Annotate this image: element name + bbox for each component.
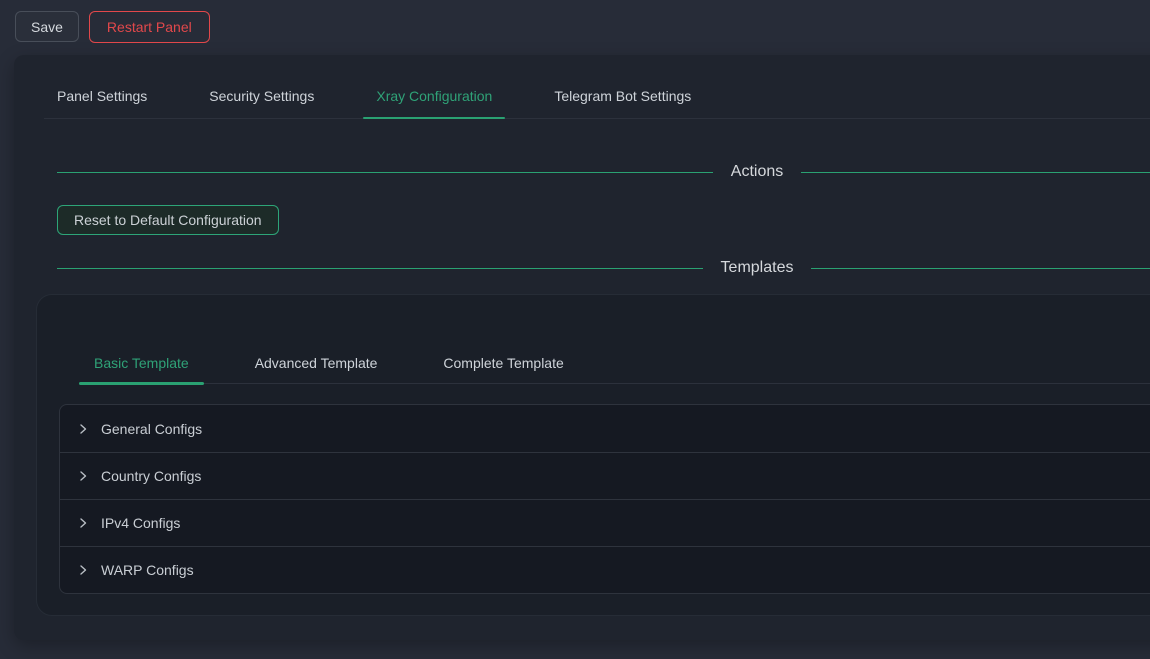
actions-divider: Actions bbox=[57, 159, 1150, 185]
collapse-item-label: General Configs bbox=[101, 421, 202, 437]
reset-default-config-button[interactable]: Reset to Default Configuration bbox=[57, 205, 279, 235]
tab-xray-configuration[interactable]: Xray Configuration bbox=[363, 78, 505, 118]
tab-advanced-template[interactable]: Advanced Template bbox=[240, 345, 393, 383]
tab-basic-template[interactable]: Basic Template bbox=[79, 345, 204, 383]
settings-tab-bar: Panel Settings Security Settings Xray Co… bbox=[44, 78, 1150, 119]
collapse-item-general-configs[interactable]: General Configs bbox=[60, 405, 1150, 452]
chevron-right-icon bbox=[76, 469, 90, 483]
collapse-item-ipv4-configs[interactable]: IPv4 Configs bbox=[60, 499, 1150, 546]
divider-line bbox=[811, 268, 1150, 269]
restart-panel-button[interactable]: Restart Panel bbox=[89, 11, 210, 43]
save-button[interactable]: Save bbox=[15, 11, 79, 42]
divider-line bbox=[57, 268, 703, 269]
chevron-right-icon bbox=[76, 516, 90, 530]
templates-divider: Templates bbox=[57, 255, 1150, 281]
collapse-item-country-configs[interactable]: Country Configs bbox=[60, 452, 1150, 499]
tab-security-settings[interactable]: Security Settings bbox=[196, 78, 327, 118]
divider-line bbox=[801, 172, 1150, 173]
template-tab-bar: Basic Template Advanced Template Complet… bbox=[79, 345, 1150, 384]
config-collapse-list: General Configs Country Configs IPv4 Con… bbox=[59, 404, 1150, 594]
collapse-item-label: IPv4 Configs bbox=[101, 515, 180, 531]
tab-complete-template[interactable]: Complete Template bbox=[428, 345, 578, 383]
divider-line bbox=[57, 172, 713, 173]
tab-panel-settings[interactable]: Panel Settings bbox=[44, 78, 160, 118]
collapse-item-label: Country Configs bbox=[101, 468, 201, 484]
tab-telegram-bot-settings[interactable]: Telegram Bot Settings bbox=[541, 78, 704, 118]
toolbar: Save Restart Panel bbox=[0, 0, 1150, 55]
settings-card: Panel Settings Security Settings Xray Co… bbox=[14, 55, 1150, 640]
templates-card: Basic Template Advanced Template Complet… bbox=[36, 294, 1150, 616]
templates-section-title: Templates bbox=[703, 259, 812, 277]
chevron-right-icon bbox=[76, 563, 90, 577]
chevron-right-icon bbox=[76, 422, 90, 436]
collapse-item-warp-configs[interactable]: WARP Configs bbox=[60, 546, 1150, 593]
actions-section-title: Actions bbox=[713, 163, 801, 181]
collapse-item-label: WARP Configs bbox=[101, 562, 194, 578]
